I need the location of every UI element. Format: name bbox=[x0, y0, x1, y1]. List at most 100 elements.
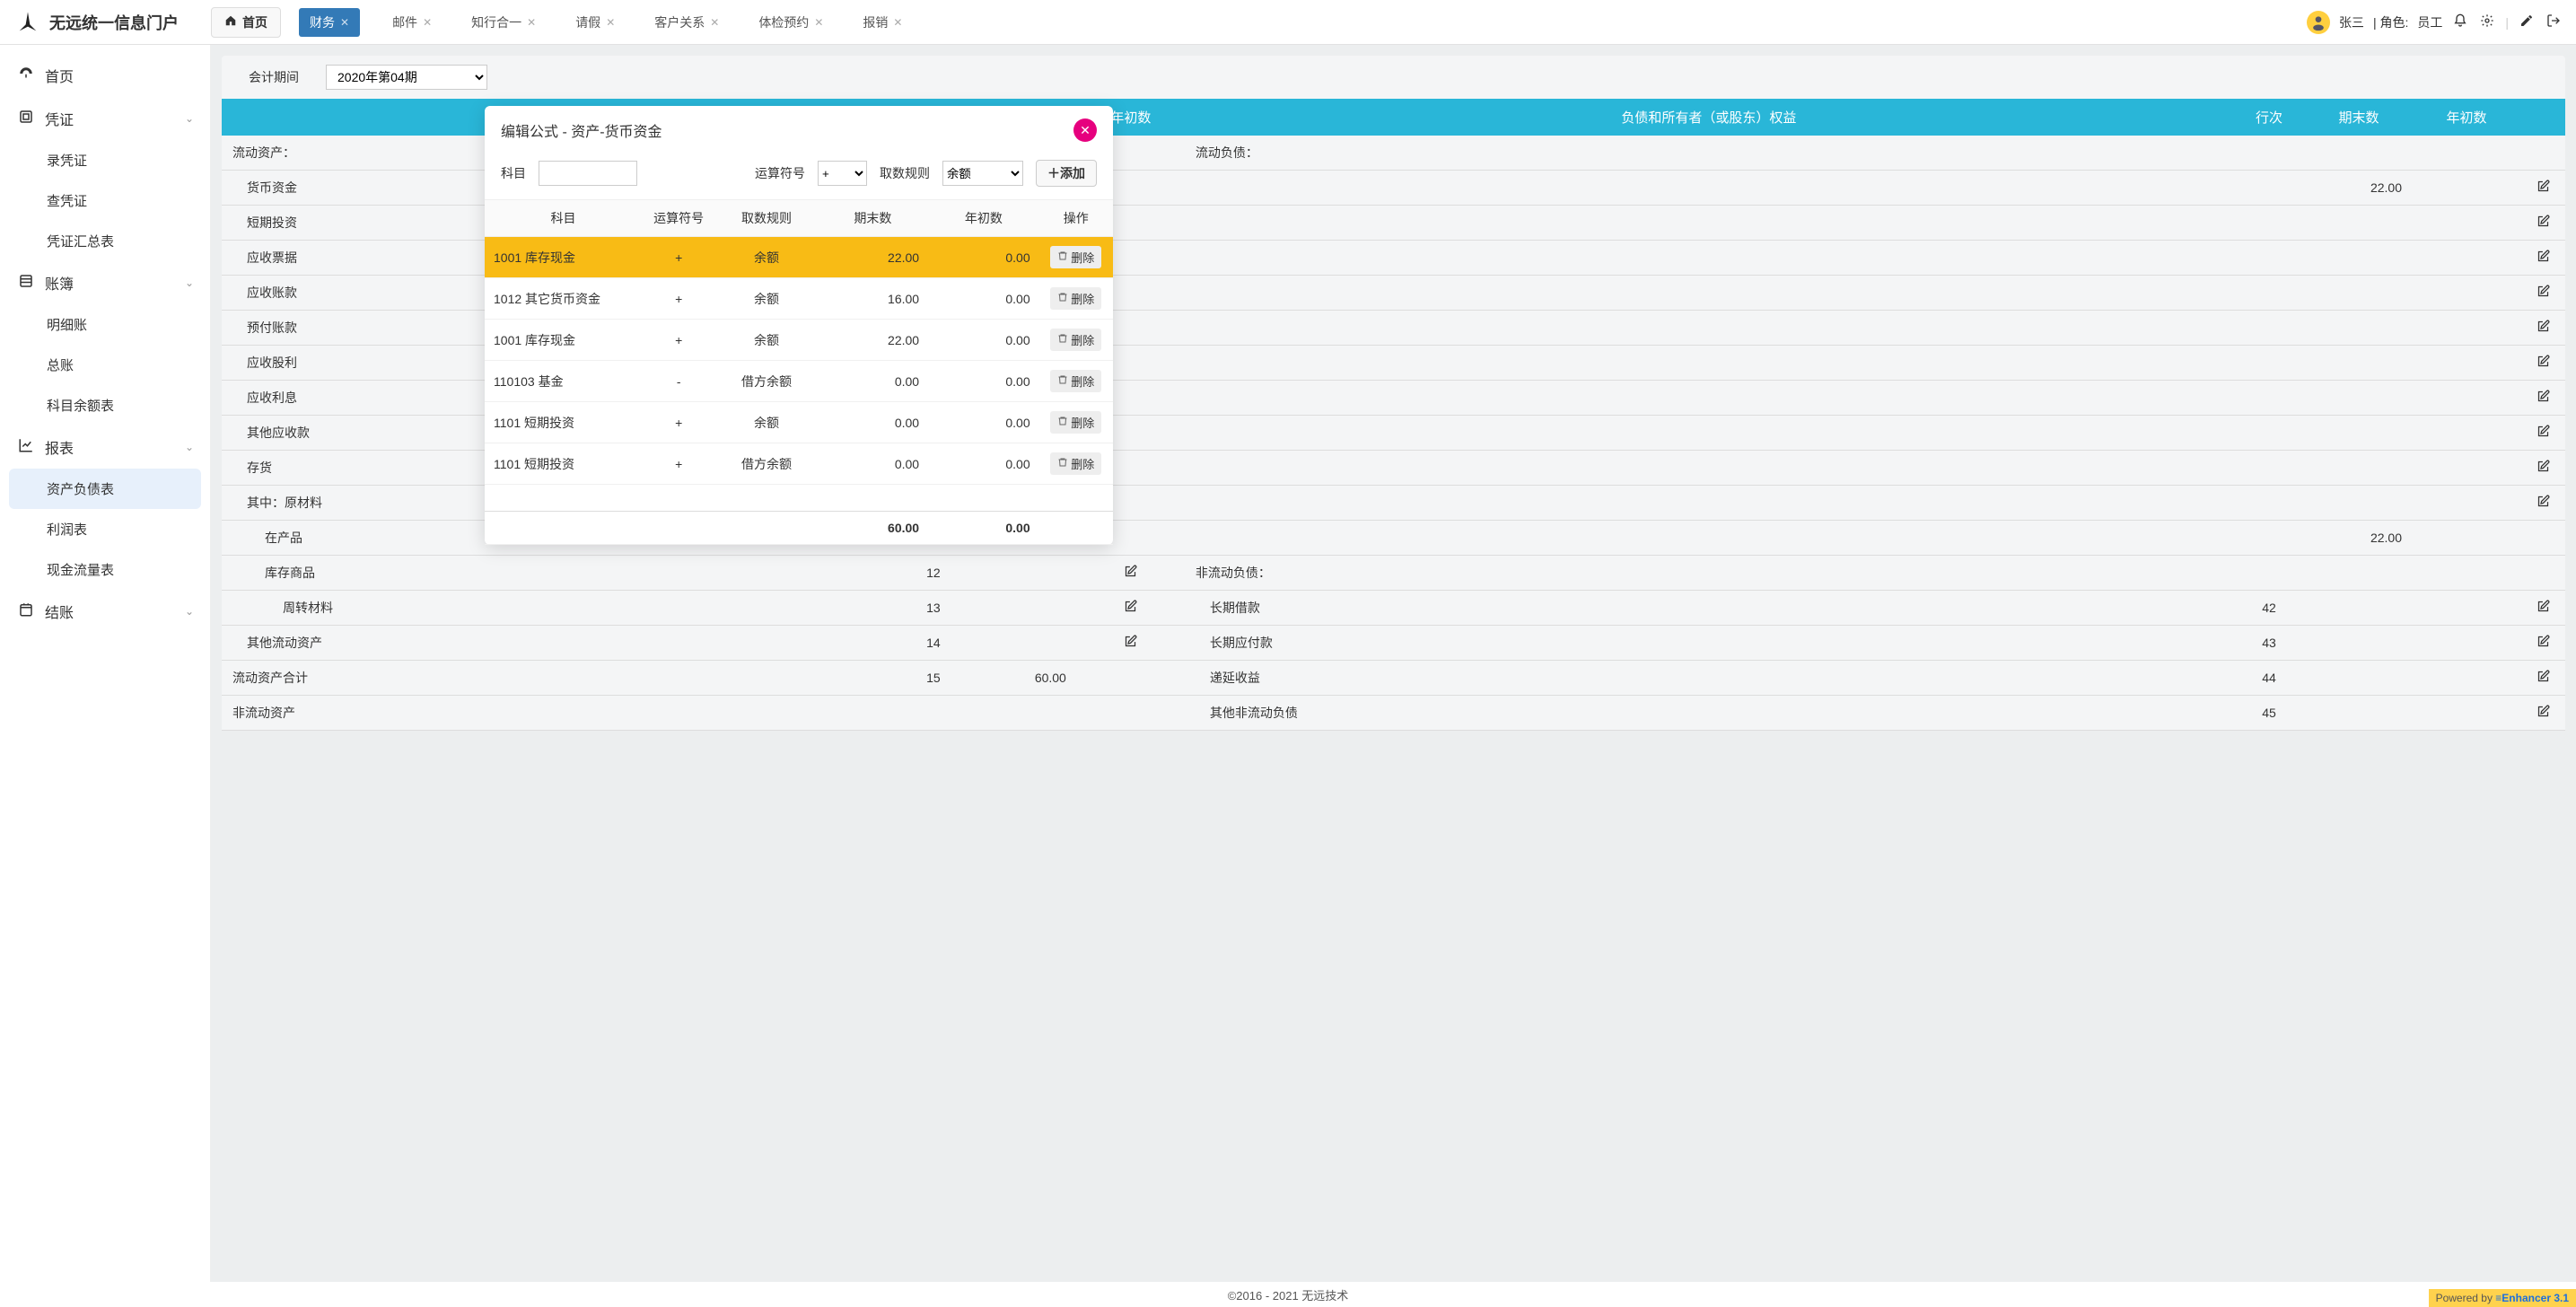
avatar[interactable] bbox=[2307, 11, 2330, 34]
rule-select[interactable]: 余额 bbox=[942, 161, 1023, 186]
asset-line: 12 bbox=[898, 556, 969, 591]
row-subject: 1001 库存现金 bbox=[485, 320, 642, 361]
sidebar-group-0[interactable]: 凭证⌄ bbox=[0, 97, 210, 140]
delete-button[interactable]: 删除 bbox=[1050, 411, 1101, 434]
delete-button[interactable]: 删除 bbox=[1050, 452, 1101, 475]
asset-line bbox=[898, 696, 969, 731]
edit-mid[interactable] bbox=[1077, 556, 1185, 591]
bell-icon[interactable] bbox=[2451, 13, 2469, 31]
formula-row[interactable]: 1001 库存现金+余额22.000.00删除 bbox=[485, 320, 1113, 361]
tab-close-icon[interactable]: ✕ bbox=[423, 16, 432, 29]
formula-row[interactable]: 110103 基金-借方余额0.000.00删除 bbox=[485, 361, 1113, 402]
trash-icon bbox=[1057, 333, 1068, 346]
row-begin: 0.00 bbox=[928, 237, 1039, 278]
home-icon bbox=[224, 14, 237, 30]
formula-row[interactable]: 1101 短期投资+借方余额0.000.00删除 bbox=[485, 443, 1113, 485]
delete-button[interactable]: 删除 bbox=[1050, 370, 1101, 392]
chevron-down-icon: ⌄ bbox=[185, 112, 194, 125]
gear-icon[interactable] bbox=[2478, 13, 2496, 31]
pencil-icon[interactable] bbox=[2518, 13, 2536, 31]
app-logo-area: 无远统一信息门户 bbox=[13, 8, 211, 37]
tab-close-icon[interactable]: ✕ bbox=[606, 16, 615, 29]
mth-act: 操作 bbox=[1039, 200, 1113, 237]
asset-end bbox=[969, 626, 1077, 661]
powered-badge[interactable]: Powered by ≡Enhancer 3.1 bbox=[2429, 1289, 2576, 1307]
tab-5[interactable]: 体检预约✕ bbox=[751, 8, 830, 37]
delete-button[interactable]: 删除 bbox=[1050, 287, 1101, 310]
tab-close-icon[interactable]: ✕ bbox=[710, 16, 719, 29]
sidebar-item-1-1[interactable]: 总账 bbox=[0, 345, 210, 385]
row-subject: 1001 库存现金 bbox=[485, 237, 642, 278]
row-end: 0.00 bbox=[818, 402, 929, 443]
period-select[interactable]: 2020年第04期 bbox=[326, 65, 487, 90]
tab-2[interactable]: 知行合一✕ bbox=[464, 8, 543, 37]
sidebar-item-2-1[interactable]: 利润表 bbox=[0, 509, 210, 549]
row-op: + bbox=[642, 237, 715, 278]
edit-icon bbox=[2537, 286, 2550, 301]
tab-close-icon[interactable]: ✕ bbox=[814, 16, 823, 29]
sidebar-group-2[interactable]: 报表⌄ bbox=[0, 425, 210, 469]
liab-line: 42 bbox=[2233, 591, 2305, 626]
row-end: 16.00 bbox=[818, 278, 929, 320]
period-label: 会计期间 bbox=[249, 68, 299, 86]
sidebar-item-0-0[interactable]: 录凭证 bbox=[0, 140, 210, 180]
tab-1[interactable]: 邮件✕ bbox=[385, 8, 439, 37]
asset-begin bbox=[1077, 696, 1185, 731]
rule-label: 取数规则 bbox=[880, 164, 930, 182]
user-area: 张三 | 角色: 员工 | bbox=[2307, 11, 2563, 34]
add-button-label: 添加 bbox=[1060, 166, 1085, 180]
edit-mid[interactable] bbox=[1077, 626, 1185, 661]
row-begin: 0.00 bbox=[928, 443, 1039, 485]
tabs-bar: 财务✕ 邮件✕ 知行合一✕ 请假✕ 客户关系✕ 体检预约✕ 报销✕ bbox=[299, 8, 2307, 37]
row-op: + bbox=[642, 320, 715, 361]
sidebar-group-1[interactable]: 账簿⌄ bbox=[0, 261, 210, 304]
tab-0[interactable]: 财务✕ bbox=[299, 8, 360, 37]
liab-end bbox=[2305, 381, 2413, 416]
formula-row[interactable]: 1101 短期投资+余额0.000.00删除 bbox=[485, 402, 1113, 443]
sidebar-item-1-2[interactable]: 科目余额表 bbox=[0, 385, 210, 425]
liab-label: 长期借款 bbox=[1185, 591, 2233, 626]
liab-end bbox=[2305, 206, 2413, 241]
tab-4[interactable]: 客户关系✕ bbox=[647, 8, 726, 37]
sidebar-item-0-2[interactable]: 凭证汇总表 bbox=[0, 221, 210, 261]
row-op: + bbox=[642, 402, 715, 443]
sidebar-item-1-0[interactable]: 明细账 bbox=[0, 304, 210, 345]
liab-label: 非流动负债： bbox=[1185, 556, 2233, 591]
row-end: 22.00 bbox=[818, 237, 929, 278]
subject-input[interactable] bbox=[539, 161, 637, 186]
formula-row[interactable]: 1001 库存现金+余额22.000.00删除 bbox=[485, 237, 1113, 278]
footer: ©2016 - 2021 无远技术 Powered by ≡Enhancer 3… bbox=[0, 1282, 2576, 1307]
logout-icon[interactable] bbox=[2545, 13, 2563, 31]
user-name: 张三 bbox=[2339, 13, 2364, 31]
op-select[interactable]: + bbox=[818, 161, 867, 186]
tab-close-icon[interactable]: ✕ bbox=[527, 16, 536, 29]
sidebar-item-2-0[interactable]: 资产负债表 bbox=[9, 469, 201, 509]
add-button[interactable]: ＋添加 bbox=[1036, 160, 1097, 187]
home-button[interactable]: 首页 bbox=[211, 7, 281, 38]
asset-end bbox=[969, 696, 1077, 731]
chevron-down-icon: ⌄ bbox=[185, 441, 194, 453]
tab-close-icon[interactable]: ✕ bbox=[893, 16, 902, 29]
delete-button[interactable]: 删除 bbox=[1050, 246, 1101, 268]
edit-icon bbox=[2537, 426, 2550, 441]
modal-close-button[interactable]: ✕ bbox=[1073, 118, 1097, 142]
edit-icon bbox=[2537, 601, 2550, 616]
edit-icon bbox=[2537, 461, 2550, 476]
tab-close-icon[interactable]: ✕ bbox=[340, 16, 349, 29]
tab-6[interactable]: 报销✕ bbox=[855, 8, 909, 37]
sidebar-group-3[interactable]: 结账⌄ bbox=[0, 590, 210, 633]
liab-end bbox=[2305, 346, 2413, 381]
sidebar-home[interactable]: 首页 bbox=[0, 54, 210, 97]
delete-button[interactable]: 删除 bbox=[1050, 329, 1101, 351]
edit-mid[interactable] bbox=[1077, 591, 1185, 626]
sidebar-item-0-1[interactable]: 查凭证 bbox=[0, 180, 210, 221]
sidebar-item-2-2[interactable]: 现金流量表 bbox=[0, 549, 210, 590]
liab-line bbox=[2233, 556, 2305, 591]
row-subject: 1101 短期投资 bbox=[485, 402, 642, 443]
chevron-down-icon: ⌄ bbox=[185, 605, 194, 618]
tab-3[interactable]: 请假✕ bbox=[568, 8, 622, 37]
liab-end bbox=[2305, 241, 2413, 276]
liab-line bbox=[2233, 136, 2305, 171]
formula-row[interactable]: 1012 其它货币资金+余额16.000.00删除 bbox=[485, 278, 1113, 320]
trash-icon bbox=[1057, 292, 1068, 305]
